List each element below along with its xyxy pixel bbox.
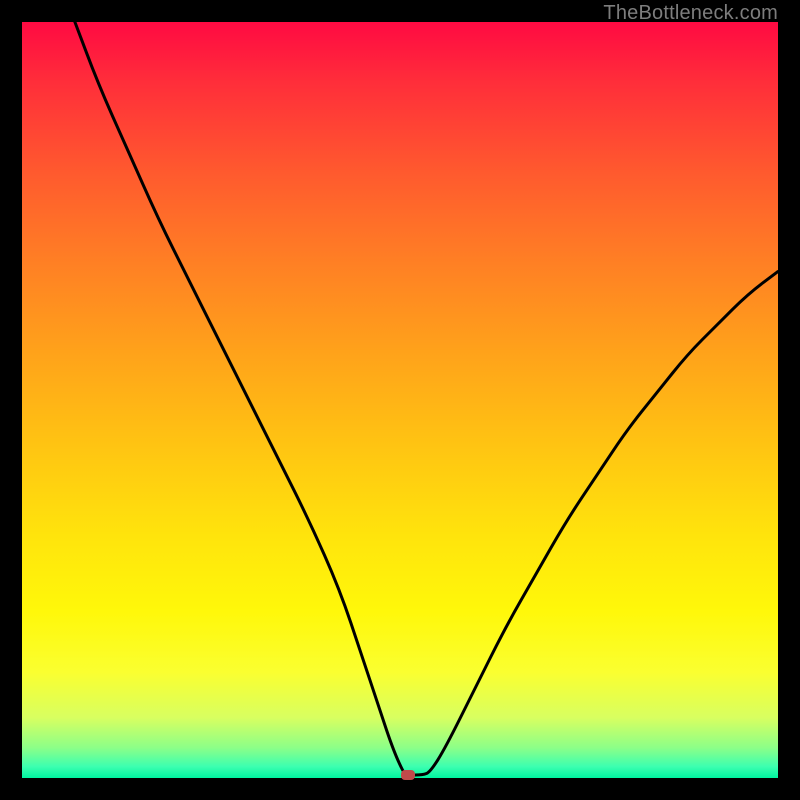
- bottleneck-curve: [22, 22, 778, 778]
- plot-area: [22, 22, 778, 778]
- optimal-point-marker: [401, 770, 415, 780]
- attribution-text: TheBottleneck.com: [603, 2, 778, 25]
- chart-container: TheBottleneck.com: [0, 0, 800, 800]
